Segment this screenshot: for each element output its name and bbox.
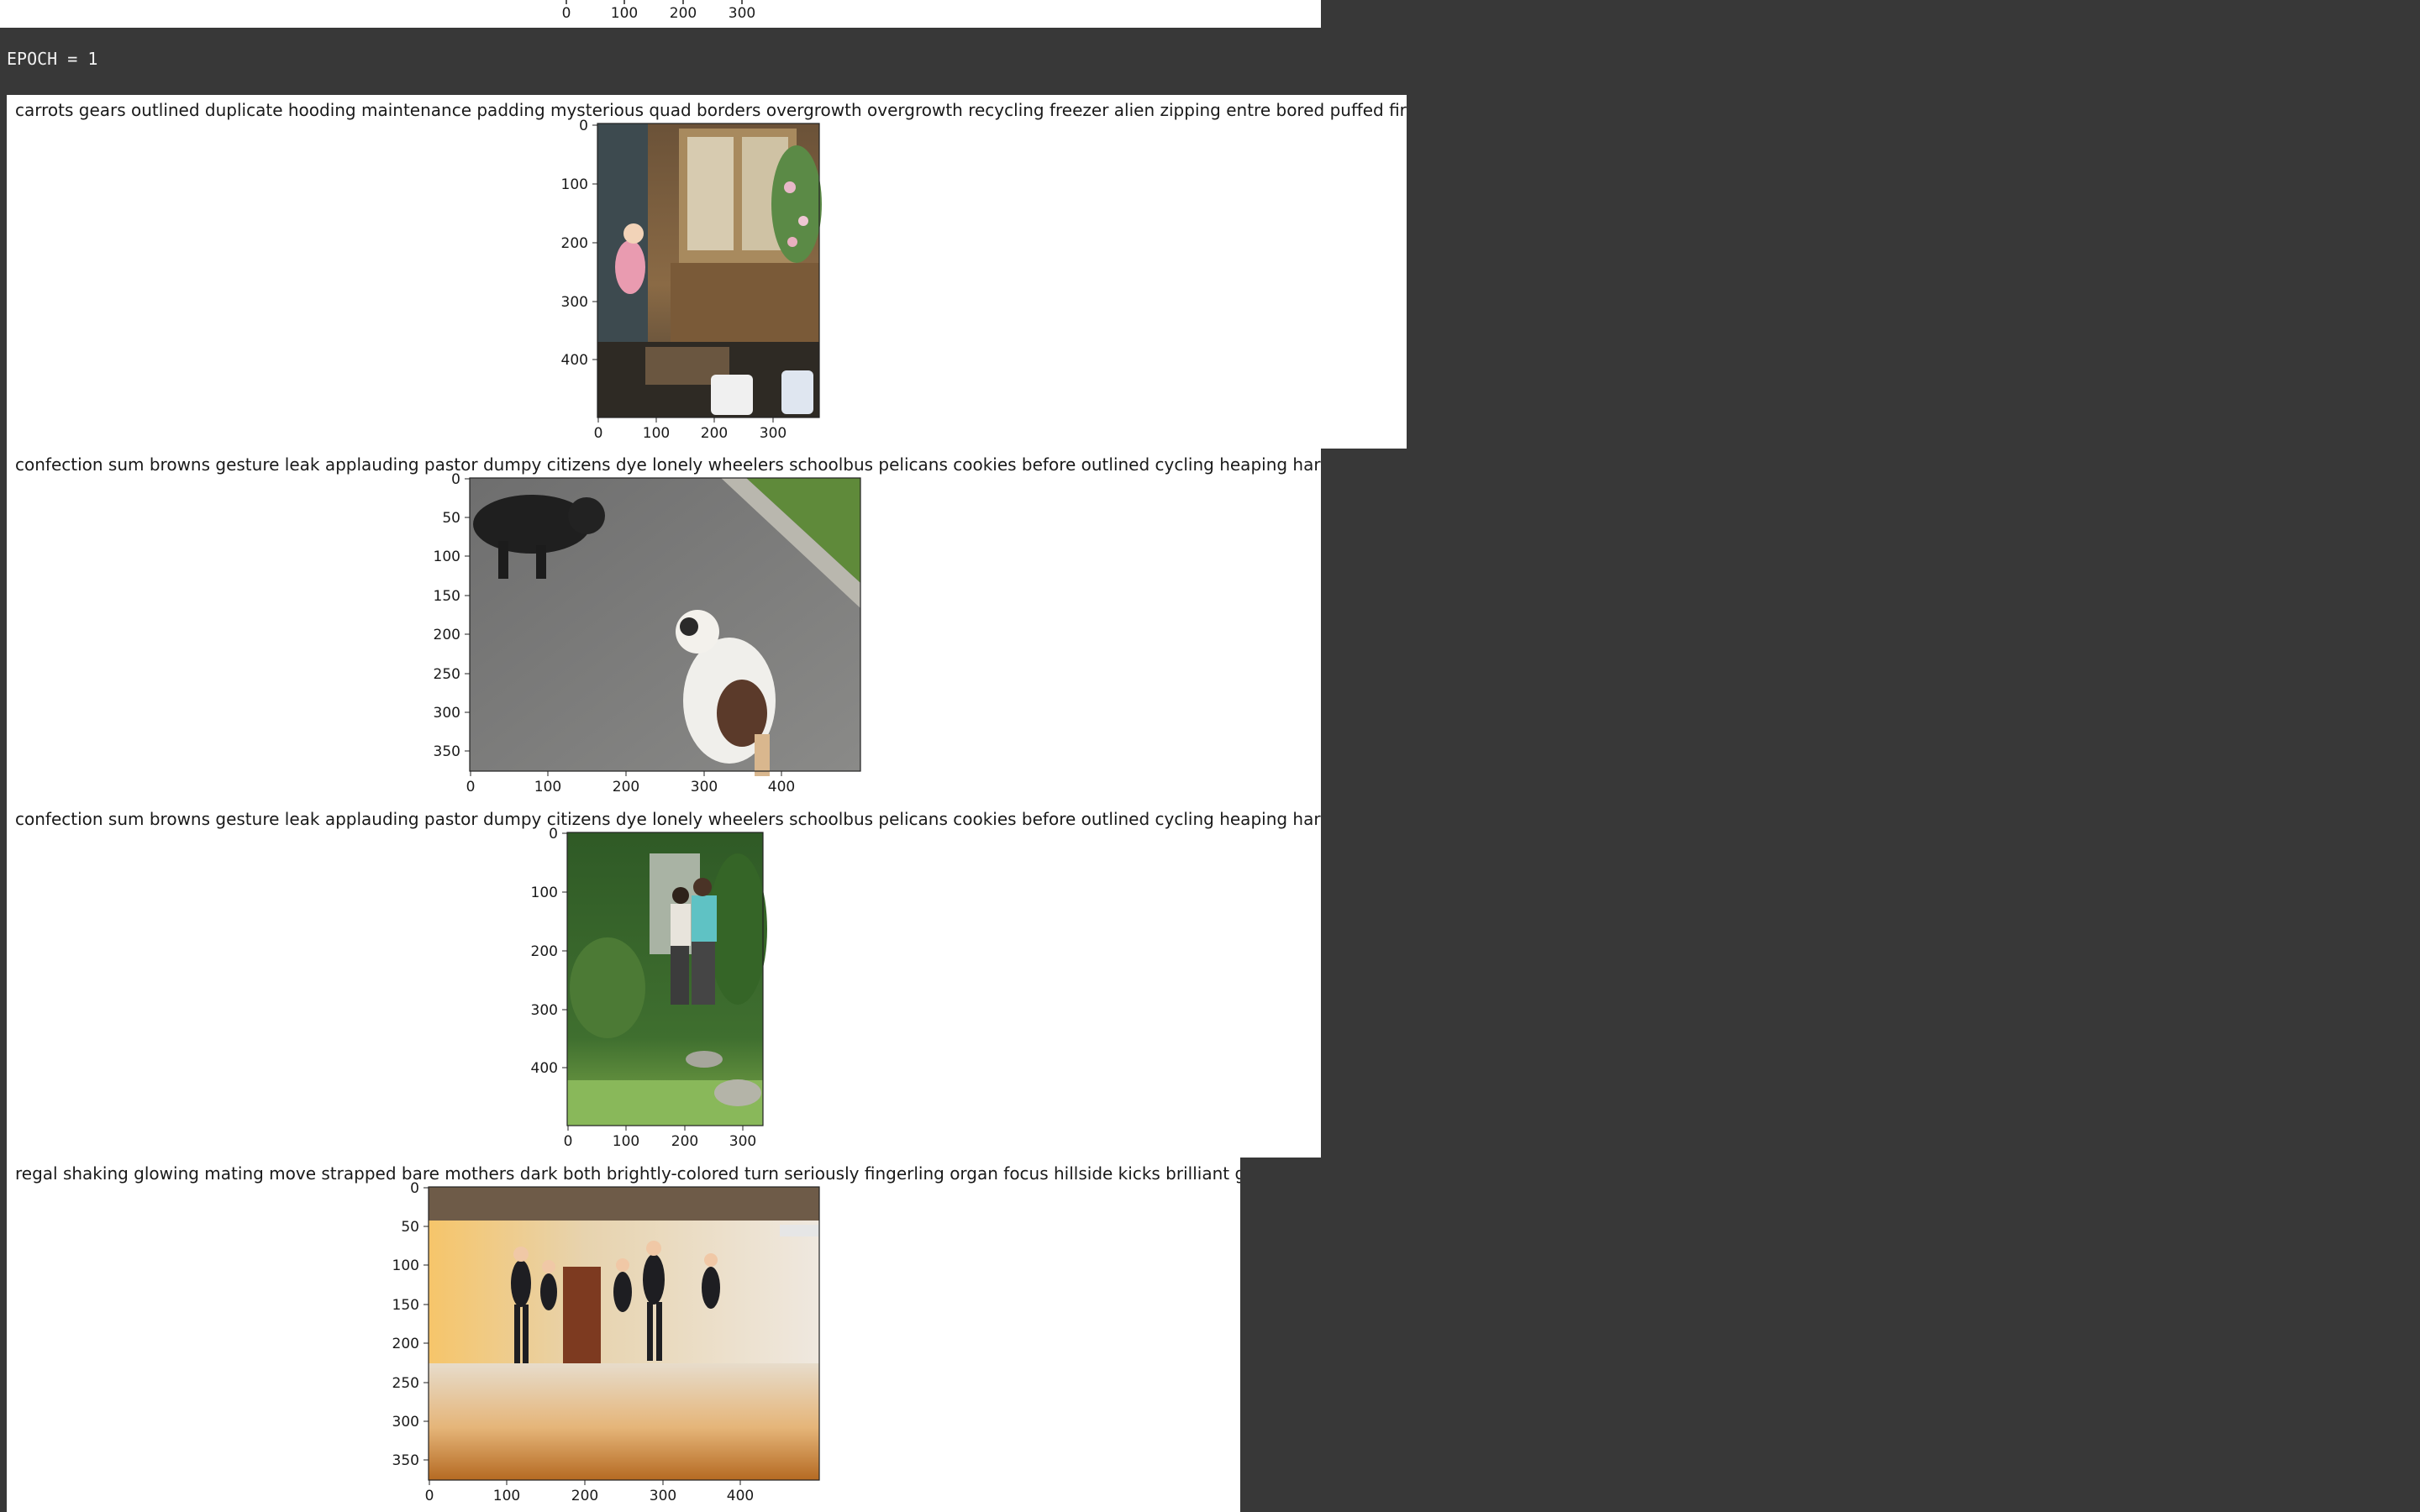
output-cell-1: carrots gears outlined duplicate hooding… <box>7 95 1407 449</box>
y-tick-label: 50 <box>442 510 460 527</box>
notebook-output-area: 0 100 200 300 EPOCH = 1 carrots gears ou… <box>0 0 2420 1512</box>
x-tick-label: 200 <box>613 779 639 795</box>
x-tick-label: 0 <box>425 1488 434 1504</box>
x-tick-label: 300 <box>729 1133 756 1150</box>
x-tick-label: 300 <box>691 779 718 795</box>
y-tick-label: 0 <box>579 118 588 134</box>
y-tick-label: 150 <box>434 588 460 605</box>
y-tick-label: 400 <box>531 1060 558 1077</box>
generated-caption: regal shaking glowing mating move strapp… <box>15 1163 1240 1184</box>
photo-dogs-road <box>470 478 860 776</box>
caption-figure-1: carrots gears outlined duplicate hooding… <box>15 100 1407 442</box>
x-tick-label: 300 <box>729 5 755 22</box>
x-tick-label: 0 <box>594 425 603 442</box>
y-tick-label: 350 <box>392 1452 419 1469</box>
y-tick-label: 100 <box>434 549 460 565</box>
y-tick-label: 200 <box>392 1336 419 1352</box>
y-tick-label: 100 <box>392 1257 419 1274</box>
output-cell-4: regal shaking glowing mating move strapp… <box>7 1158 1240 1512</box>
y-tick-label: 0 <box>451 471 460 488</box>
caption-figure-4: regal shaking glowing mating move strapp… <box>15 1163 1240 1504</box>
output-cell-3: confection sum browns gesture leak appla… <box>7 803 1321 1158</box>
x-tick-label: 100 <box>643 425 670 442</box>
photo-playhouse-girl <box>597 123 822 417</box>
x-tick-label: 400 <box>727 1488 754 1504</box>
x-tick-label: 200 <box>671 1133 698 1150</box>
generated-caption: confection sum browns gesture leak appla… <box>15 454 1321 475</box>
y-tick-label: 400 <box>561 352 588 369</box>
x-tick-label: 100 <box>534 779 561 795</box>
x-tick-label: 300 <box>650 1488 676 1504</box>
y-tick-label: 250 <box>434 666 460 683</box>
y-tick-label: 300 <box>561 294 588 311</box>
caption-figure-2: confection sum browns gesture leak appla… <box>15 454 1321 795</box>
x-tick-label: 300 <box>760 425 786 442</box>
x-tick-label: 0 <box>466 779 476 795</box>
x-tick-label: 200 <box>571 1488 598 1504</box>
photo-garden-people <box>567 832 767 1126</box>
y-tick-label: 200 <box>531 943 558 960</box>
y-tick-label: 50 <box>401 1219 419 1236</box>
y-tick-label: 150 <box>392 1297 419 1314</box>
previous-plot-x-axis: 0 100 200 300 <box>562 0 755 22</box>
y-tick-label: 100 <box>561 176 588 193</box>
y-tick-label: 200 <box>434 627 460 643</box>
x-tick-label: 0 <box>562 5 571 22</box>
x-tick-label: 100 <box>493 1488 520 1504</box>
x-tick-label: 200 <box>670 5 697 22</box>
epoch-stdout-text: EPOCH = 1 <box>7 49 98 69</box>
y-tick-label: 300 <box>392 1414 419 1431</box>
y-tick-label: 0 <box>410 1180 419 1197</box>
generated-caption: carrots gears outlined duplicate hooding… <box>15 100 1407 120</box>
y-tick-label: 200 <box>561 235 588 252</box>
y-tick-label: 250 <box>392 1375 419 1392</box>
output-cell-2: confection sum browns gesture leak appla… <box>7 449 1321 803</box>
x-tick-label: 100 <box>611 5 638 22</box>
x-tick-label: 0 <box>564 1133 573 1150</box>
generated-caption: confection sum browns gesture leak appla… <box>15 809 1321 829</box>
x-tick-label: 100 <box>613 1133 639 1150</box>
caption-figure-3: confection sum browns gesture leak appla… <box>15 809 1321 1150</box>
y-tick-label: 100 <box>531 885 558 901</box>
y-tick-label: 300 <box>434 705 460 722</box>
x-tick-label: 200 <box>701 425 728 442</box>
photo-ballet-dancers <box>429 1187 819 1480</box>
output-cell-previous: 0 100 200 300 <box>0 0 1321 28</box>
y-tick-label: 350 <box>434 743 460 760</box>
y-tick-label: 300 <box>531 1002 558 1019</box>
y-tick-label: 0 <box>549 826 558 843</box>
x-tick-label: 400 <box>768 779 795 795</box>
